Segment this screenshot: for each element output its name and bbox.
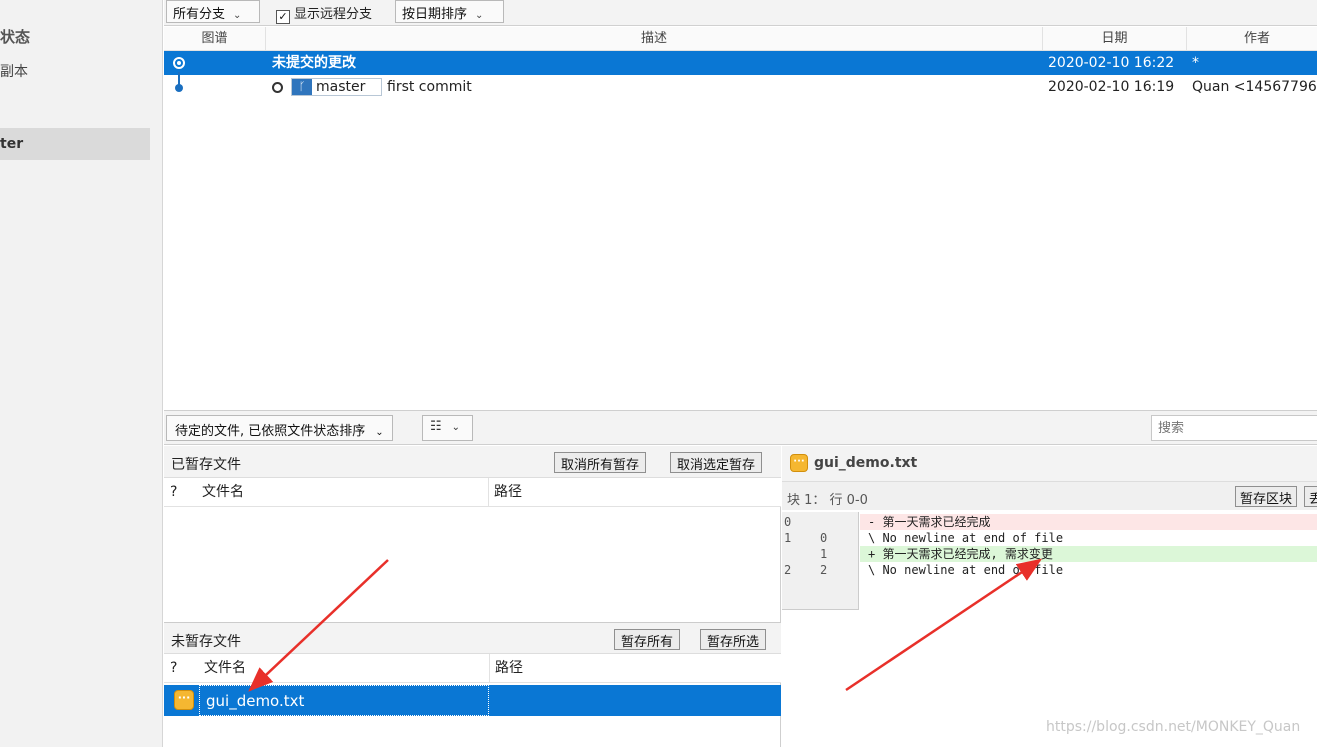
watermark: https://blog.csdn.net/MONKEY_Quan: [1046, 719, 1301, 735]
diff-line: 0 - 第一天需求已经完成: [782, 514, 1317, 530]
staged-files-title: 已暂存文件: [171, 457, 241, 473]
row-date: 2020-02-10 16:19: [1048, 79, 1175, 95]
chevron-down-icon: ⌄: [233, 10, 242, 21]
staged-files-header: 已暂存文件 取消所有暂存 取消选定暂存: [164, 446, 781, 478]
diff-line-text: + 第一天需求已经完成, 需求变更: [860, 546, 1317, 562]
branches-dropdown-label: 所有分支: [173, 7, 226, 22]
history-toolbar: 所有分支 ⌄ ✓ 显示远程分支 按日期排序 ⌄: [164, 0, 1317, 26]
row-author: Quan <14567796: [1192, 79, 1317, 95]
graph-node-icon: [175, 84, 183, 92]
pending-files-toolbar: 待定的文件, 已依照文件状态排序 ⌄ ☷ ⌄: [164, 410, 1317, 445]
diff-pane: ··· gui_demo.txt 块 1： 行 0-0 暂存区块 丢 0 - 第…: [782, 446, 1317, 747]
old-line-number: 1: [784, 531, 792, 545]
history-table-header: 图谱 描述 日期 作者: [164, 27, 1317, 51]
chevron-down-icon: ⌄: [475, 10, 484, 21]
unstaged-files-title: 未暂存文件: [171, 634, 241, 650]
modified-file-icon: ···: [790, 454, 808, 472]
column-divider: [488, 478, 489, 507]
col-path[interactable]: 路径: [494, 478, 522, 507]
diff-line: 1 0 \ No newline at end of file: [782, 530, 1317, 546]
diff-line-text: \ No newline at end of file: [868, 531, 1064, 545]
staged-files-columns: ? 文件名 路径: [164, 478, 781, 507]
branch-tag[interactable]: ᚴ master: [291, 78, 382, 96]
unstaged-files-header: 未暂存文件 暂存所有 暂存所选: [164, 622, 781, 654]
old-line-number: 0: [784, 515, 792, 529]
diff-file-name: gui_demo.txt: [814, 455, 918, 471]
history-row-commit[interactable]: ᚴ master first commit 2020-02-10 16:19 Qu…: [164, 75, 1317, 99]
unstaged-files-columns: ? 文件名 路径: [164, 654, 781, 683]
row-description: 未提交的更改: [272, 55, 356, 71]
view-mode-dropdown[interactable]: ☷ ⌄: [422, 415, 473, 441]
diff-line: 2 2 \ No newline at end of file: [782, 562, 1317, 578]
branch-tag-label: master: [316, 79, 366, 95]
diff-line-text: \ No newline at end of file: [868, 563, 1064, 577]
new-line-number: 2: [820, 563, 828, 577]
col-path[interactable]: 路径: [495, 654, 523, 683]
unstage-selected-button[interactable]: 取消选定暂存: [670, 452, 763, 473]
hunk-header: 块 1： 行 0-0 暂存区块 丢: [782, 482, 1317, 510]
search-input[interactable]: [1151, 415, 1317, 441]
commit-node-icon: [272, 82, 283, 93]
col-status[interactable]: ?: [170, 478, 177, 507]
pending-files-dropdown-label: 待定的文件, 已依照文件状态排序: [175, 424, 366, 439]
file-status-pane: 已暂存文件 取消所有暂存 取消选定暂存 ? 文件名 路径 未暂存文件 暂存所有 …: [164, 446, 781, 747]
discard-hunk-button[interactable]: 丢: [1304, 486, 1317, 507]
col-date[interactable]: 日期: [1043, 27, 1187, 51]
col-graph[interactable]: 图谱: [164, 27, 266, 51]
old-line-number: 2: [784, 563, 792, 577]
col-filename[interactable]: 文件名: [202, 478, 244, 507]
list-view-icon: ☷: [430, 419, 442, 434]
file-name: gui_demo.txt: [199, 685, 489, 716]
col-author[interactable]: 作者: [1187, 27, 1317, 51]
diff-line-text: - 第一天需求已经完成: [860, 514, 1317, 530]
branch-icon: ᚴ: [292, 79, 312, 95]
modified-file-icon: ···: [174, 690, 194, 710]
branches-dropdown[interactable]: 所有分支 ⌄: [166, 0, 260, 23]
pending-files-dropdown[interactable]: 待定的文件, 已依照文件状态排序 ⌄: [166, 415, 393, 441]
sidebar-item-status[interactable]: 状态: [0, 26, 30, 47]
sidebar: 状态 副本 ter: [0, 0, 163, 747]
stage-all-button[interactable]: 暂存所有: [614, 629, 681, 650]
chevron-down-icon: ⌄: [375, 427, 384, 438]
sort-dropdown[interactable]: 按日期排序 ⌄: [395, 0, 504, 23]
history-row-uncommitted[interactable]: 未提交的更改 2020-02-10 16:22 *: [164, 51, 1317, 75]
new-line-number: 0: [820, 531, 828, 545]
hunk-label: 块 1： 行 0-0: [787, 493, 868, 508]
row-date: 2020-02-10 16:22: [1048, 55, 1175, 71]
col-filename[interactable]: 文件名: [204, 654, 246, 683]
diff-header: ··· gui_demo.txt: [782, 446, 1317, 482]
row-description: first commit: [387, 79, 472, 95]
stage-hunk-button[interactable]: 暂存区块: [1235, 486, 1298, 507]
unstage-all-button[interactable]: 取消所有暂存: [554, 452, 647, 473]
sort-dropdown-label: 按日期排序: [402, 7, 468, 22]
chevron-down-icon: ⌄: [451, 422, 461, 433]
checkbox-checked-icon: ✓: [276, 10, 290, 24]
sidebar-item-copy[interactable]: 副本: [0, 61, 28, 81]
stage-selected-button[interactable]: 暂存所选: [700, 629, 767, 650]
diff-line: 1 + 第一天需求已经完成, 需求变更: [782, 546, 1317, 562]
column-divider: [489, 654, 490, 683]
diff-body: 0 - 第一天需求已经完成 1 0 \ No newline at end of…: [782, 512, 1317, 610]
show-remote-checkbox[interactable]: ✓ 显示远程分支: [276, 3, 372, 24]
sidebar-item-master[interactable]: ter: [0, 128, 150, 160]
show-remote-label: 显示远程分支: [294, 7, 373, 22]
new-line-number: 1: [820, 547, 828, 561]
unstaged-file-row[interactable]: ··· gui_demo.txt: [164, 685, 781, 716]
col-description[interactable]: 描述: [266, 27, 1043, 51]
row-author: *: [1192, 55, 1199, 71]
col-status[interactable]: ?: [170, 654, 177, 683]
working-copy-node-icon: [173, 57, 185, 69]
